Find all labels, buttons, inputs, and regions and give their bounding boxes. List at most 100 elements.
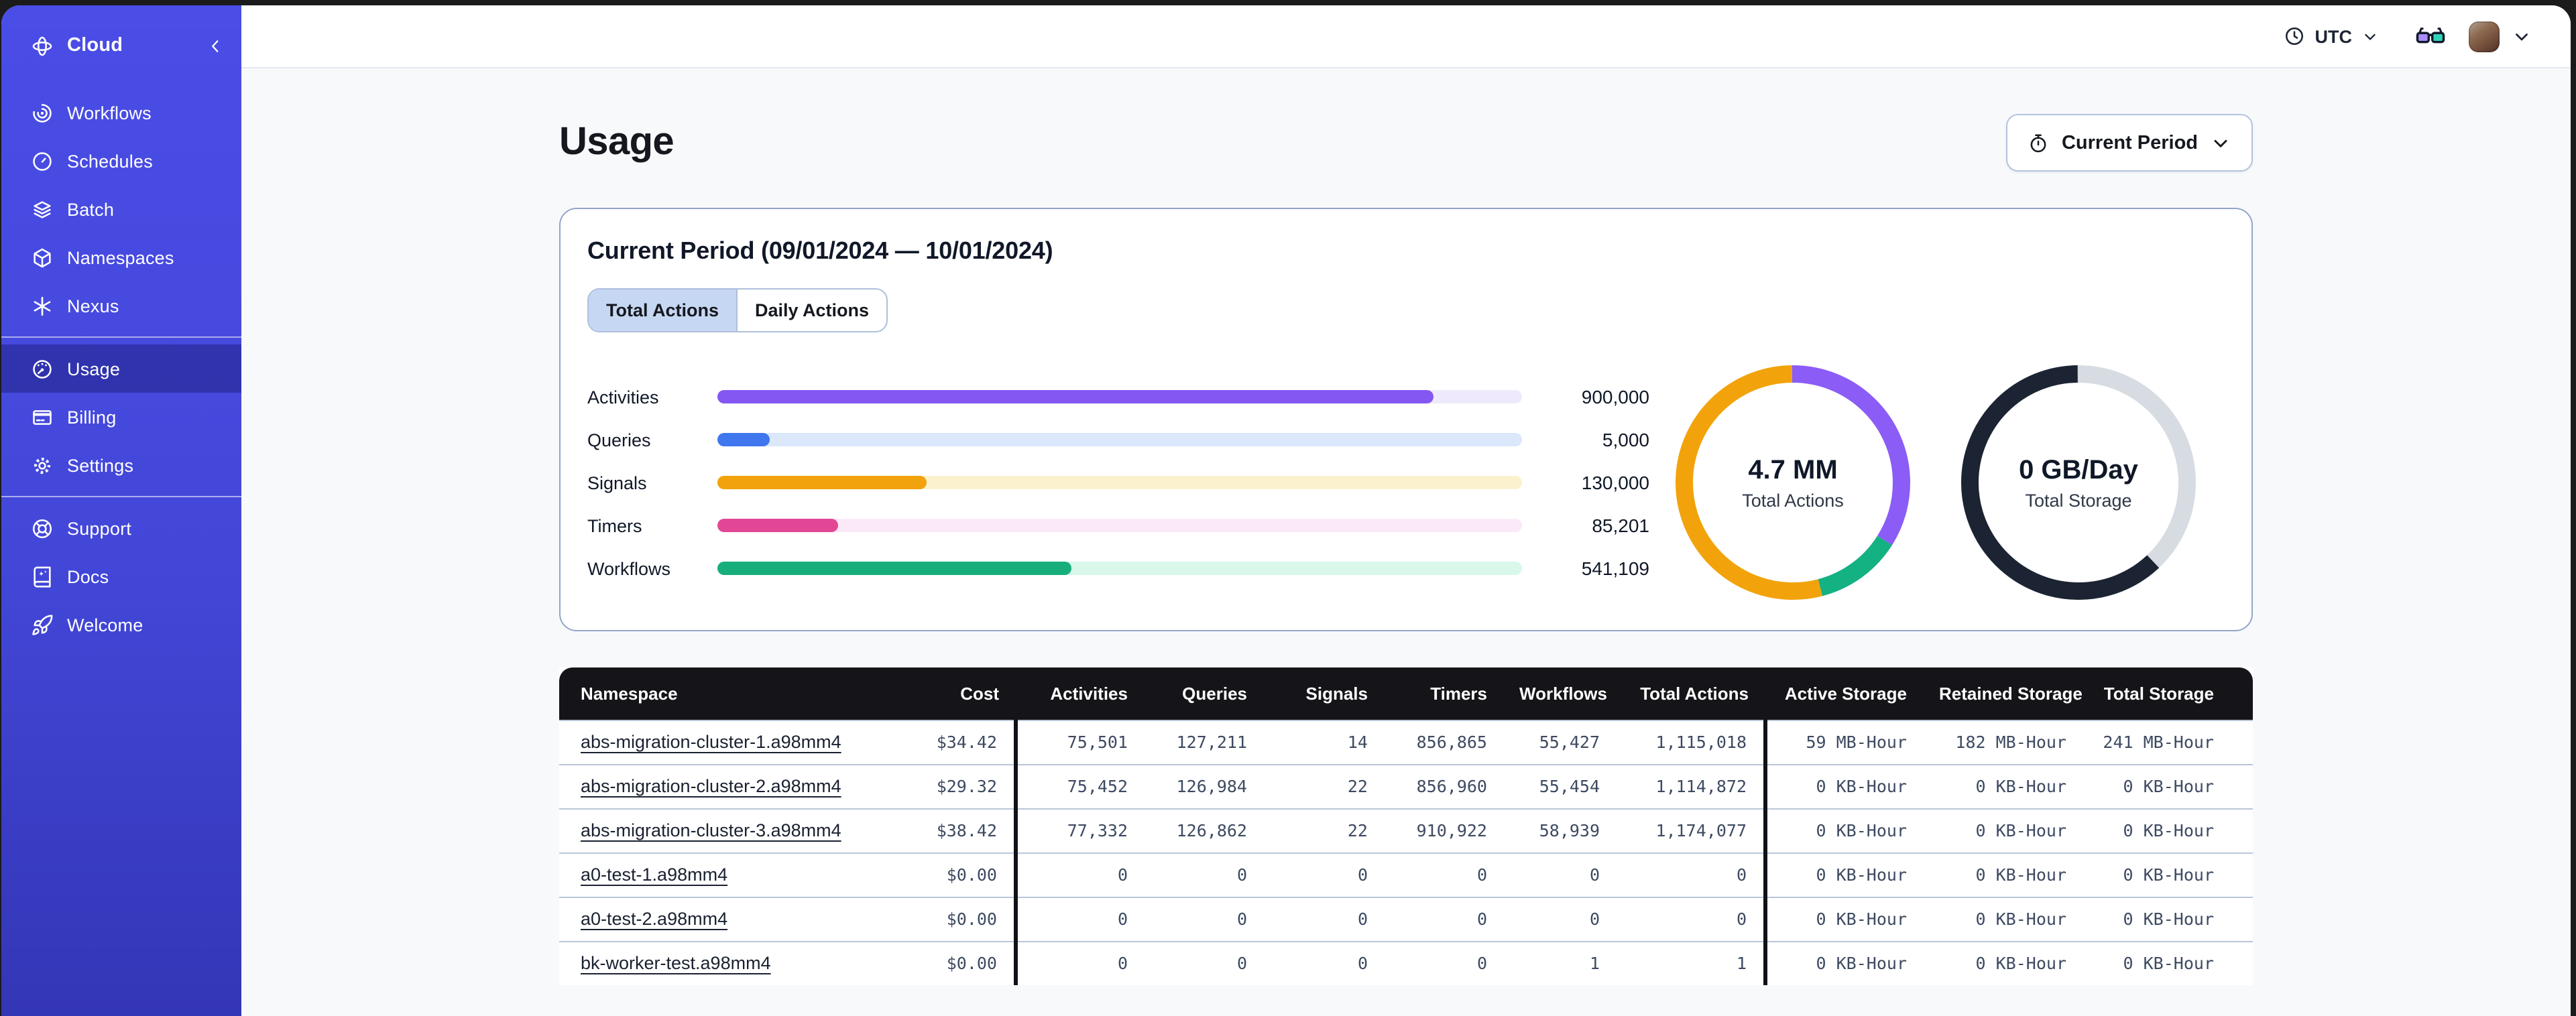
actions-bar-chart: Activities 900,000 Queries 5,000 Signals… xyxy=(587,375,1649,590)
sidebar-item[interactable]: Welcome xyxy=(1,600,241,649)
sidebar: Cloud Workflows Schedules Batch Namespac… xyxy=(1,5,241,1016)
bar-value: 541,109 xyxy=(1581,558,1649,579)
sidebar-item[interactable]: Schedules xyxy=(1,137,241,185)
cost-cell: $38.42 xyxy=(865,808,1015,852)
batch-icon xyxy=(31,198,54,220)
donut-value: 0 GB/Day xyxy=(2019,455,2138,485)
sidebar-item[interactable]: Docs xyxy=(1,552,241,600)
activities-cell: 75,452 xyxy=(1013,763,1144,808)
sidebar-item[interactable]: Usage xyxy=(1,344,241,393)
bar-row: Workflows 541,109 xyxy=(587,547,1649,590)
glasses-icon[interactable] xyxy=(2415,21,2446,52)
chevron-down-icon xyxy=(2210,132,2231,153)
active-storage-cell: 59 MB-Hour xyxy=(1763,719,1923,764)
donut-label: Total Actions xyxy=(1742,490,1844,510)
timers-cell: 856,865 xyxy=(1384,719,1503,764)
activities-cell: 77,332 xyxy=(1013,808,1144,852)
namespace-link[interactable]: abs-migration-cluster-1.a98mm4 xyxy=(581,732,841,752)
bar-row: Queries 5,000 xyxy=(587,418,1649,461)
sidebar-item-label: Settings xyxy=(67,455,134,475)
bar-label: Timers xyxy=(587,515,642,535)
bar-fill xyxy=(717,519,838,532)
namespace-link[interactable]: bk-worker-test.a98mm4 xyxy=(581,953,771,973)
app-window: Cloud Workflows Schedules Batch Namespac… xyxy=(1,5,2571,1016)
sidebar-item-label: Docs xyxy=(67,566,109,586)
workflows-icon xyxy=(31,101,54,124)
bar-track xyxy=(717,519,1522,532)
total-actions-cell: 1,115,018 xyxy=(1616,719,1765,764)
account-chevron-down-icon[interactable] xyxy=(2512,26,2532,46)
clock-icon xyxy=(2284,25,2306,47)
col-namespace: Namespace xyxy=(581,683,678,704)
namespace-cell: a0-test-2.a98mm4 xyxy=(559,896,865,941)
sidebar-item-label: Nexus xyxy=(67,296,119,316)
bar-label: Signals xyxy=(587,472,647,493)
namespace-cell: abs-migration-cluster-2.a98mm4 xyxy=(559,763,865,808)
sidebar-item[interactable]: Settings xyxy=(1,441,241,489)
timers-cell: 0 xyxy=(1384,852,1503,897)
bar-label: Activities xyxy=(587,387,659,407)
bar-fill xyxy=(717,390,1433,403)
sidebar-item[interactable]: Billing xyxy=(1,393,241,441)
bar-fill xyxy=(717,433,770,446)
sidebar-item[interactable]: Batch xyxy=(1,185,241,233)
namespace-link[interactable]: abs-migration-cluster-2.a98mm4 xyxy=(581,776,841,796)
retained-storage-cell: 0 KB-Hour xyxy=(1923,763,2083,808)
sidebar-item[interactable]: Workflows xyxy=(1,88,241,137)
active-storage-cell: 0 KB-Hour xyxy=(1763,808,1923,852)
col-active-storage: Active Storage xyxy=(1784,683,1907,704)
bar-track xyxy=(717,562,1522,575)
sidebar-item[interactable]: Nexus xyxy=(1,281,241,330)
col-total-actions: Total Actions xyxy=(1640,683,1749,704)
queries-cell: 0 xyxy=(1144,940,1263,985)
docs-icon xyxy=(31,565,54,588)
total-actions-cell: 0 xyxy=(1616,852,1765,897)
sidebar-section-help: Support Docs Welcome xyxy=(1,497,241,655)
bar-value: 130,000 xyxy=(1581,472,1649,493)
active-storage-cell: 0 KB-Hour xyxy=(1763,763,1923,808)
total-storage-cell: 0 KB-Hour xyxy=(2083,808,2253,852)
workflows-cell: 58,939 xyxy=(1503,808,1616,852)
nexus-icon xyxy=(31,294,54,317)
col-retained-storage: Retained Storage xyxy=(1939,683,2083,704)
actions-tabs: Total Actions Daily Actions xyxy=(587,288,888,332)
screenshot-viewport: Cloud Workflows Schedules Batch Namespac… xyxy=(0,0,2576,1016)
tab-total-actions[interactable]: Total Actions xyxy=(589,290,736,331)
tab-daily-actions[interactable]: Daily Actions xyxy=(736,290,886,331)
total-actions-cell: 1,174,077 xyxy=(1616,808,1765,852)
stage: Cloud Workflows Schedules Batch Namespac… xyxy=(0,0,2576,1016)
charts-row: Activities 900,000 Queries 5,000 Signals… xyxy=(587,365,2225,600)
total-storage-cell: 0 KB-Hour xyxy=(2083,940,2253,985)
cost-cell: $0.00 xyxy=(865,940,1015,985)
sidebar-item[interactable]: Namespaces xyxy=(1,233,241,281)
signals-cell: 0 xyxy=(1263,896,1384,941)
namespace-link[interactable]: a0-test-1.a98mm4 xyxy=(581,865,727,885)
sidebar-item-label: Workflows xyxy=(67,103,152,123)
activities-cell: 0 xyxy=(1013,940,1144,985)
signals-cell: 22 xyxy=(1263,763,1384,808)
table-row: abs-migration-cluster-2.a98mm4 $29.32 75… xyxy=(559,763,2253,808)
retained-storage-cell: 0 KB-Hour xyxy=(1923,852,2083,897)
col-timers: Timers xyxy=(1430,683,1487,704)
sidebar-item-label: Support xyxy=(67,518,131,538)
active-storage-cell: 0 KB-Hour xyxy=(1763,940,1923,985)
bar-value: 5,000 xyxy=(1602,429,1649,450)
chevron-left-icon[interactable] xyxy=(207,37,224,54)
col-workflows: Workflows xyxy=(1519,683,1607,704)
timezone-selector[interactable]: UTC xyxy=(2284,25,2380,47)
schedules-icon xyxy=(31,149,54,172)
sidebar-item[interactable]: Support xyxy=(1,504,241,552)
workflows-cell: 55,427 xyxy=(1503,719,1616,764)
usage-summary-card: Current Period (09/01/2024 — 10/01/2024)… xyxy=(559,208,2253,631)
avatar[interactable] xyxy=(2469,21,2500,52)
namespace-link[interactable]: a0-test-2.a98mm4 xyxy=(581,909,727,929)
page-head: Usage Current Period xyxy=(559,111,2253,174)
temporal-logo xyxy=(31,34,54,57)
namespace-link[interactable]: abs-migration-cluster-3.a98mm4 xyxy=(581,820,841,840)
bar-row: Timers 85,201 xyxy=(587,504,1649,547)
period-select-button[interactable]: Current Period xyxy=(2006,114,2253,172)
activities-cell: 0 xyxy=(1013,896,1144,941)
total-actions-donut: 4.7 MM Total Actions xyxy=(1675,365,1911,600)
workflows-cell: 1 xyxy=(1503,940,1616,985)
activities-cell: 75,501 xyxy=(1013,719,1144,764)
